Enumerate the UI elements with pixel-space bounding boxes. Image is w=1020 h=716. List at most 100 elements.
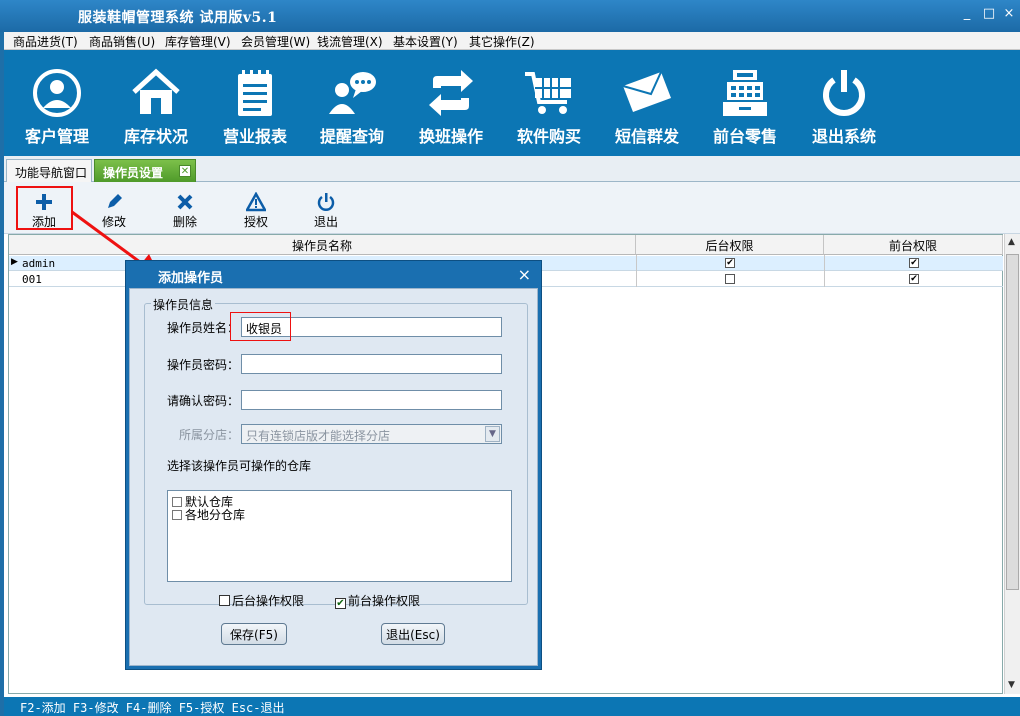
frontend-checkbox[interactable]: ✔ <box>909 274 919 284</box>
authorize-label: 授权 <box>243 215 268 229</box>
name-highlight-box <box>230 312 291 341</box>
delete-button[interactable]: 删除 <box>159 188 211 230</box>
frontend-permission-checkbox[interactable]: ✔ 前台操作权限 <box>335 592 420 609</box>
operator-toolbar: 添加 修改 删除 授权 退出 <box>4 182 1020 234</box>
column-header-name[interactable]: 操作员名称 <box>9 235 636 255</box>
toolbar-report[interactable]: 营业报表 <box>210 68 300 152</box>
menu-stock[interactable]: 库存管理(V) <box>165 33 231 50</box>
pencil-icon <box>108 194 122 208</box>
scroll-thumb[interactable] <box>1006 254 1019 590</box>
toolbar-label: 客户管理 <box>24 127 89 146</box>
scroll-down-icon[interactable]: ▼ <box>1008 680 1015 690</box>
toolbar-stock[interactable]: 库存状况 <box>111 68 201 152</box>
house-icon <box>132 68 180 114</box>
password-input[interactable] <box>241 354 502 374</box>
authorize-button[interactable]: 授权 <box>230 188 282 230</box>
toolbar-label: 库存状况 <box>123 127 188 146</box>
vertical-scrollbar[interactable]: ▲ ▼ <box>1004 234 1020 694</box>
exit-dialog-button[interactable]: 退出(Esc) <box>381 623 445 645</box>
toolbar-retail[interactable]: 前台零售 <box>700 68 790 152</box>
toolbar-label: 营业报表 <box>222 127 287 146</box>
minimize-button[interactable]: _ <box>960 6 974 21</box>
tab-operator-settings[interactable]: 操作员设置 ✕ <box>94 159 196 182</box>
toolbar-label: 退出系统 <box>811 127 876 146</box>
shopping-cart-icon <box>525 72 571 114</box>
toolbar-label: 短信群发 <box>614 127 679 146</box>
edit-label: 修改 <box>101 215 126 229</box>
toolbar-label: 前台零售 <box>712 127 777 146</box>
column-header-backend[interactable]: 后台权限 <box>636 235 824 255</box>
confirm-password-label: 请确认密码： <box>167 394 240 408</box>
warehouse-item[interactable]: 各地分仓库 <box>172 506 245 523</box>
status-bar: F2-添加 F3-修改 F4-删除 F5-授权 Esc-退出 <box>4 697 1020 716</box>
operator-name: admin <box>22 257 56 270</box>
menu-member[interactable]: 会员管理(W) <box>241 33 310 50</box>
backend-checkbox[interactable] <box>725 274 735 284</box>
warning-icon <box>246 192 266 212</box>
operator-name: 001 <box>22 273 42 286</box>
chat-bubble-icon <box>329 72 376 114</box>
checkbox[interactable]: ✔ <box>335 598 346 609</box>
chevron-down-icon: ▼ <box>485 426 500 442</box>
add-highlight-box <box>16 186 73 230</box>
close-button[interactable]: × <box>1002 6 1016 21</box>
tab-function-nav[interactable]: 功能导航窗口 <box>6 159 92 182</box>
delete-label: 删除 <box>172 215 197 229</box>
menu-other[interactable]: 其它操作(Z) <box>469 33 535 50</box>
swap-arrows-icon <box>429 70 473 116</box>
edit-button[interactable]: 修改 <box>88 188 140 230</box>
confirm-password-input[interactable] <box>241 390 502 410</box>
add-operator-dialog: 添加操作员 × 操作员信息 操作员姓名： 收银员 操作员密码： 请确认密码： 所… <box>125 260 542 670</box>
save-button[interactable]: 保存(F5) <box>221 623 287 645</box>
toolbar-label: 提醒查询 <box>319 127 384 146</box>
toolbar-exit[interactable]: 退出系统 <box>799 68 889 152</box>
notepad-icon <box>238 70 272 116</box>
branch-value: 只有连锁店版才能选择分店 <box>246 429 391 443</box>
toolbar-reminder[interactable]: 提醒查询 <box>307 68 397 152</box>
toolbar-shift[interactable]: 换班操作 <box>406 68 496 152</box>
column-divider <box>636 255 637 287</box>
tab-label: 操作员设置 <box>103 166 164 180</box>
checkbox[interactable] <box>172 510 182 520</box>
warehouse-label-text: 各地分仓库 <box>185 508 246 522</box>
scroll-up-icon[interactable]: ▲ <box>1008 237 1015 247</box>
name-label: 操作员姓名： <box>167 321 240 335</box>
dialog-body: 操作员信息 操作员姓名： 收银员 操作员密码： 请确认密码： 所属分店： 只有连… <box>129 288 538 666</box>
toolbar-sms[interactable]: 短信群发 <box>602 68 692 152</box>
tab-label: 功能导航窗口 <box>15 166 88 180</box>
menu-settings[interactable]: 基本设置(Y) <box>393 33 458 50</box>
menu-goods-sales[interactable]: 商品销售(U) <box>89 33 155 50</box>
menu-goods-purchase[interactable]: 商品进货(T) <box>13 33 78 50</box>
tab-close-icon[interactable]: ✕ <box>179 165 191 177</box>
column-header-frontend[interactable]: 前台权限 <box>824 235 1003 255</box>
operator-info-group: 操作员信息 操作员姓名： 收银员 操作员密码： 请确认密码： 所属分店： 只有连… <box>144 296 528 609</box>
exit-button[interactable]: 退出 <box>300 188 352 230</box>
dialog-close-icon[interactable]: × <box>518 265 531 284</box>
title-bar: 服装鞋帽管理系统 试用版v5.1 _ □ × <box>0 0 1020 32</box>
menu-cashflow[interactable]: 钱流管理(X) <box>317 33 383 50</box>
row-indicator-icon: ▶ <box>11 257 18 267</box>
group-label: 操作员信息 <box>151 296 216 313</box>
toolbar-label: 换班操作 <box>418 127 483 146</box>
backend-checkbox[interactable]: ✔ <box>725 258 735 268</box>
frontend-checkbox[interactable]: ✔ <box>909 258 919 268</box>
power-icon <box>317 193 335 211</box>
power-icon <box>823 70 865 116</box>
backend-permission-checkbox[interactable]: 后台操作权限 <box>219 592 304 609</box>
x-icon <box>177 194 193 210</box>
warehouse-list: 默认仓库 各地分仓库 <box>167 490 512 582</box>
user-avatar-icon <box>33 69 81 117</box>
toolbar-label: 软件购买 <box>516 127 581 146</box>
maximize-button[interactable]: □ <box>982 6 996 21</box>
exit-label: 退出 <box>313 215 338 229</box>
tab-strip: 功能导航窗口 操作员设置 ✕ <box>4 156 1020 182</box>
window-title: 服装鞋帽管理系统 试用版v5.1 <box>78 10 278 26</box>
password-label: 操作员密码： <box>167 358 240 372</box>
column-divider <box>824 255 825 287</box>
backend-permission-label: 后台操作权限 <box>232 594 305 608</box>
checkbox[interactable] <box>219 595 230 606</box>
toolbar-purchase[interactable]: 软件购买 <box>504 68 594 152</box>
warehouse-label: 选择该操作员可操作的仓库 <box>167 459 312 473</box>
branch-label: 所属分店： <box>179 428 240 442</box>
toolbar-customer[interactable]: 客户管理 <box>12 68 102 152</box>
